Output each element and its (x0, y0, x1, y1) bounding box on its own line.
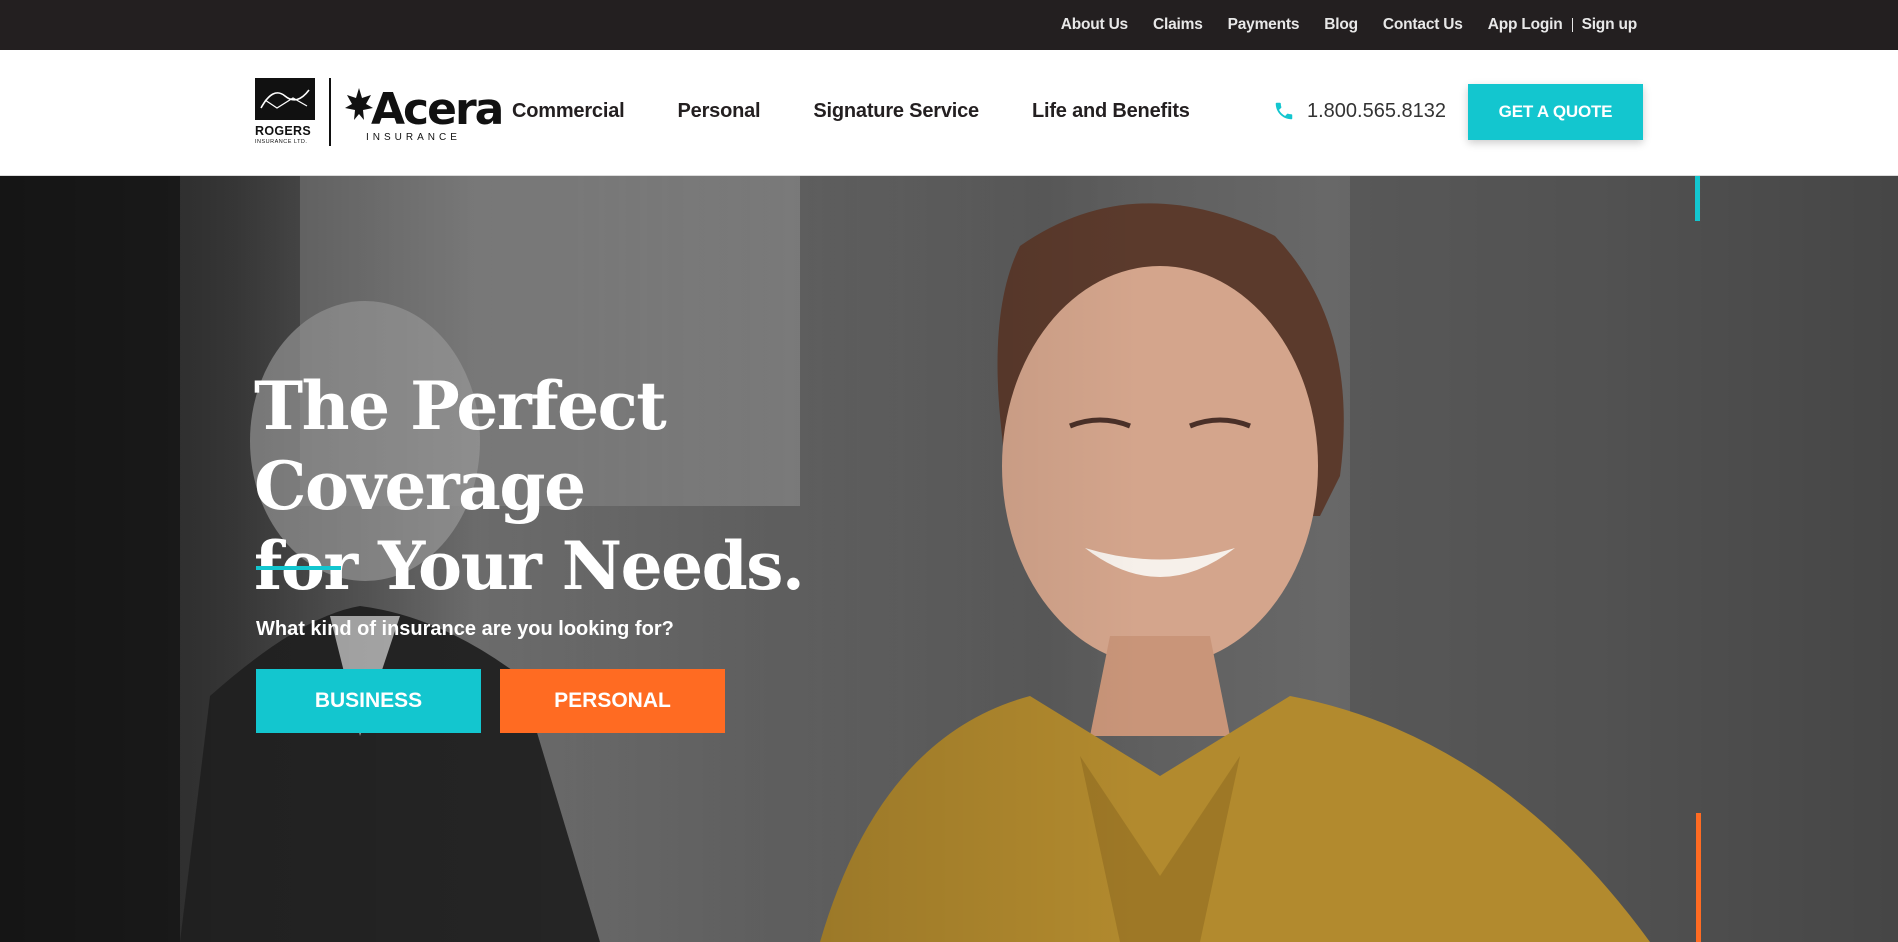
maple-leaf-icon (345, 88, 373, 120)
get-a-quote-button[interactable]: GET A QUOTE (1468, 84, 1643, 140)
utility-links: About Us Claims Payments Blog Contact Us… (1036, 0, 1637, 50)
title-underline (256, 566, 341, 570)
link-separator (1571, 18, 1573, 32)
about-us-link[interactable]: About Us (1061, 16, 1128, 34)
primary-nav: Commercial Personal Signature Service Li… (512, 50, 1243, 172)
nav-commercial[interactable]: Commercial (512, 100, 625, 123)
claims-link[interactable]: Claims (1153, 16, 1203, 34)
contact-us-link[interactable]: Contact Us (1383, 16, 1463, 34)
hero-section: The Perfect Coverage for Your Needs. Wha… (0, 176, 1898, 942)
payments-link[interactable]: Payments (1228, 16, 1300, 34)
hero-title: The Perfect Coverage for Your Needs. (254, 366, 1014, 606)
rogers-wordmark: ROGERS (255, 124, 311, 138)
business-button[interactable]: BUSINESS (256, 669, 481, 733)
hero-title-line-1: The Perfect Coverage (254, 367, 667, 525)
nav-personal[interactable]: Personal (678, 100, 761, 123)
acera-wordmark: Acera (371, 84, 504, 135)
nav-life-and-benefits[interactable]: Life and Benefits (1032, 100, 1190, 123)
rogers-logo-mark (255, 78, 315, 120)
sign-up-link[interactable]: Sign up (1582, 16, 1638, 34)
orange-accent-line (1696, 813, 1701, 942)
logo-divider (329, 78, 331, 146)
rogers-subtext: INSURANCE LTD. (255, 139, 308, 145)
phone-link[interactable]: 1.800.565.8132 (1273, 50, 1446, 172)
nav-signature-service[interactable]: Signature Service (813, 100, 979, 123)
teal-accent-line (1695, 176, 1700, 221)
blog-link[interactable]: Blog (1324, 16, 1358, 34)
acera-subtext: INSURANCE (366, 132, 461, 143)
phone-number: 1.800.565.8132 (1307, 99, 1447, 122)
personal-button[interactable]: PERSONAL (500, 669, 725, 733)
phone-icon (1275, 102, 1293, 120)
main-header: ROGERS INSURANCE LTD. Acera INSURANCE Co… (0, 50, 1898, 176)
insurance-question: What kind of insurance are you looking f… (256, 618, 674, 640)
app-login-link[interactable]: App Login (1488, 16, 1563, 34)
utility-bar: About Us Claims Payments Blog Contact Us… (0, 0, 1898, 50)
site-logo[interactable]: ROGERS INSURANCE LTD. Acera INSURANCE (255, 78, 504, 148)
